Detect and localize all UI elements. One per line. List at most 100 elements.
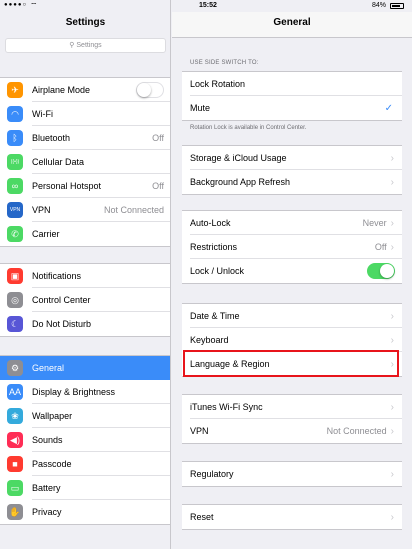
sidebar-item-label: Privacy: [32, 507, 62, 517]
general-item-reset[interactable]: Reset ›: [182, 505, 402, 529]
general-item-value: Off: [374, 242, 387, 252]
language-region-highlight: [183, 350, 399, 377]
sidebar-item-bluetooth[interactable]: ᛒ Bluetooth Off: [0, 126, 170, 150]
sidebar-item-battery[interactable]: ▭ Battery: [0, 476, 170, 500]
general-item-date-time[interactable]: Date & Time ›: [182, 304, 402, 328]
phone-icon: ✆: [7, 226, 23, 242]
sidebar-item-label: Wallpaper: [32, 411, 73, 421]
general-item-lock-unlock[interactable]: Lock / Unlock: [182, 259, 402, 283]
chevron-right-icon: ›: [390, 511, 394, 523]
cellular-icon: ((•)): [7, 154, 23, 170]
moon-icon: ☾: [7, 316, 23, 332]
sidebar-item-label: General: [32, 363, 65, 373]
general-item-regulatory[interactable]: Regulatory ›: [182, 462, 402, 486]
clock: 15:52: [199, 2, 217, 9]
general-item-keyboard[interactable]: Keyboard ›: [182, 328, 402, 352]
sidebar-item-control-center[interactable]: ◎ Control Center: [0, 288, 170, 312]
chevron-right-icon: ›: [390, 425, 394, 437]
sidebar-item-value: [154, 229, 164, 239]
sidebar-item-label: VPN: [32, 205, 51, 215]
general-item-label: Regulatory: [190, 469, 234, 479]
battery-icon: ▭: [7, 480, 23, 496]
general-item-label: Reset: [190, 512, 214, 522]
sidebar-item-airplane[interactable]: ✈ Airplane Mode: [0, 78, 170, 102]
general-group: Storage & iCloud Usage › Background App Re…: [182, 145, 402, 195]
search-placeholder: Settings: [76, 42, 102, 49]
sidebar-item-label: Control Center: [32, 295, 91, 305]
sidebar-item-general[interactable]: ⚙ General: [0, 356, 170, 380]
wallpaper-icon: ❀: [7, 408, 23, 424]
sidebar-item-label: Bluetooth: [32, 133, 71, 143]
search-icon: ⚲: [69, 42, 75, 49]
general-title: General: [273, 17, 311, 28]
vpn-icon: VPN: [7, 202, 23, 218]
general-group: iTunes Wi-Fi Sync › VPN Not Connected ›: [182, 394, 402, 444]
lock-icon: ■: [7, 456, 23, 472]
sidebar-item-label: Airplane Mode: [32, 85, 91, 95]
general-item-label: Background App Refresh: [190, 177, 291, 187]
general-group: Reset ›: [182, 504, 402, 530]
sidebar-group: ⚙ General AA Display & Brightness ❀ Wallpaper…: [0, 355, 170, 525]
sidebar-item-vpn[interactable]: VPN VPN Not Connected: [0, 198, 170, 222]
sidebar-item-notifications[interactable]: ▣ Notifications: [0, 264, 170, 288]
general-item-vpn[interactable]: VPN Not Connected ›: [182, 419, 402, 443]
sidebar-item-carrier[interactable]: ✆ Carrier: [0, 222, 170, 246]
general-item-mute[interactable]: Mute ✓: [182, 96, 402, 120]
general-item-label: Auto-Lock: [190, 218, 231, 228]
sidebar-item-label: Wi-Fi: [32, 109, 53, 119]
sidebar-group: ▣ Notifications ◎ Control Center ☾ Do Not Dis…: [0, 263, 170, 337]
general-item-label: VPN: [190, 426, 209, 436]
sidebar-item-wifi[interactable]: ◠ Wi-Fi: [0, 102, 170, 126]
sidebar-item-passcode[interactable]: ■ Passcode: [0, 452, 170, 476]
sidebar-item-label: Cellular Data: [32, 157, 85, 167]
chevron-right-icon: ›: [390, 310, 394, 322]
general-item-storage-icloud-usage[interactable]: Storage & iCloud Usage ›: [182, 146, 402, 170]
hand-icon: ✋: [7, 504, 23, 520]
search-field[interactable]: ⚲ Settings: [5, 38, 166, 53]
sidebar-item-personal-hotspot[interactable]: ∞ Personal Hotspot Off: [0, 174, 170, 198]
display-icon: AA: [7, 384, 23, 400]
toggle-knob: [137, 83, 151, 97]
bluetooth-icon: ᛒ: [7, 130, 23, 146]
sidebar-item-do-not-disturb[interactable]: ☾ Do Not Disturb: [0, 312, 170, 336]
general-item-label: Restrictions: [190, 242, 238, 252]
sidebar-item-value: [154, 109, 164, 119]
general-item-auto-lock[interactable]: Auto-Lock Never ›: [182, 211, 402, 235]
lock-unlock-toggle[interactable]: [367, 263, 395, 279]
notifications-icon: ▣: [7, 268, 23, 284]
general-item-label: Date & Time: [190, 311, 240, 321]
general-group: Lock Rotation Mute ✓: [182, 71, 402, 121]
general-item-restrictions[interactable]: Restrictions Off ›: [182, 235, 402, 259]
airplane-mode-toggle[interactable]: [136, 82, 164, 98]
general-item-itunes-wifi-sync[interactable]: iTunes Wi-Fi Sync ›: [182, 395, 402, 419]
sounds-icon: ◀): [7, 432, 23, 448]
sidebar-item-label: Passcode: [32, 459, 72, 469]
settings-sidebar: ●●●●○ ⌔ Settings ⚲ Settings ✈ Airplane Mo…: [0, 0, 171, 549]
sidebar-item-label: Carrier: [32, 229, 60, 239]
sidebar-item-wallpaper[interactable]: ❀ Wallpaper: [0, 404, 170, 428]
sidebar-item-value: Not Connected: [103, 205, 164, 215]
sidebar-item-label: Display & Brightness: [32, 387, 116, 397]
side-switch-header: USE SIDE SWITCH TO:: [190, 60, 259, 66]
sidebar-item-sounds[interactable]: ◀) Sounds: [0, 428, 170, 452]
battery-status-icon: [390, 3, 404, 9]
general-item-background-app-refresh[interactable]: Background App Refresh ›: [182, 170, 402, 194]
general-pane: 15:52 84% General USE SIDE SWITCH TO: Ro…: [172, 0, 412, 549]
chevron-right-icon: ›: [390, 241, 394, 253]
general-item-label: Mute: [190, 103, 211, 113]
gear-icon: ⚙: [7, 360, 23, 376]
general-item-lock-rotation[interactable]: Lock Rotation: [182, 72, 402, 96]
control-center-icon: ◎: [7, 292, 23, 308]
general-item-label: Storage & iCloud Usage: [190, 153, 287, 163]
wifi-icon: ◠: [7, 106, 23, 122]
sidebar-item-label: Battery: [32, 483, 61, 493]
general-item-label: Keyboard: [190, 335, 229, 345]
sidebar-item-cellular-data[interactable]: ((•)) Cellular Data: [0, 150, 170, 174]
chevron-right-icon: ›: [390, 217, 394, 229]
general-group: Auto-Lock Never › Restrictions Off › Lock / Un…: [182, 210, 402, 284]
toggle-knob: [380, 264, 394, 278]
wifi-status-icon: ⌔: [30, 1, 38, 10]
sidebar-item-privacy[interactable]: ✋ Privacy: [0, 500, 170, 524]
sidebar-item-display-brightness[interactable]: AA Display & Brightness: [0, 380, 170, 404]
general-item-label: Lock Rotation: [190, 79, 246, 89]
